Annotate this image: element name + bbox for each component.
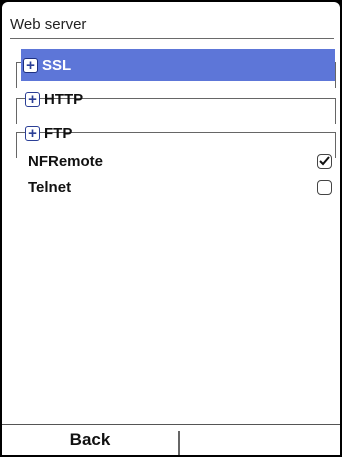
option-telnet[interactable]: Telnet xyxy=(28,176,332,198)
option-nfremote[interactable]: NFRemote xyxy=(28,150,332,172)
telnet-checkbox[interactable] xyxy=(317,179,332,195)
back-softkey[interactable]: Back xyxy=(2,425,178,455)
expand-plus-icon[interactable]: + xyxy=(23,57,38,73)
option-nfremote-label: NFRemote xyxy=(28,152,104,170)
group-ssl-label: SSL xyxy=(42,56,72,74)
group-http-label: HTTP xyxy=(44,90,84,108)
group-ftp-row[interactable]: + FTP xyxy=(23,119,335,147)
checkmark-icon xyxy=(319,156,330,166)
screen: Web server + SSL + HTTP + FTP NFRemote T… xyxy=(2,2,340,455)
softkey-bar: Back xyxy=(2,424,340,455)
right-softkey[interactable] xyxy=(180,425,340,455)
page-title: Web server xyxy=(10,16,87,33)
title-divider xyxy=(10,38,334,39)
group-http-row[interactable]: + HTTP xyxy=(23,85,335,113)
group-ftp-label: FTP xyxy=(44,124,73,142)
expand-plus-icon[interactable]: + xyxy=(25,91,40,107)
nfremote-checkbox[interactable] xyxy=(317,153,332,169)
option-telnet-label: Telnet xyxy=(28,178,72,196)
expand-plus-icon[interactable]: + xyxy=(25,125,40,141)
group-ssl-row[interactable]: + SSL xyxy=(21,49,335,81)
